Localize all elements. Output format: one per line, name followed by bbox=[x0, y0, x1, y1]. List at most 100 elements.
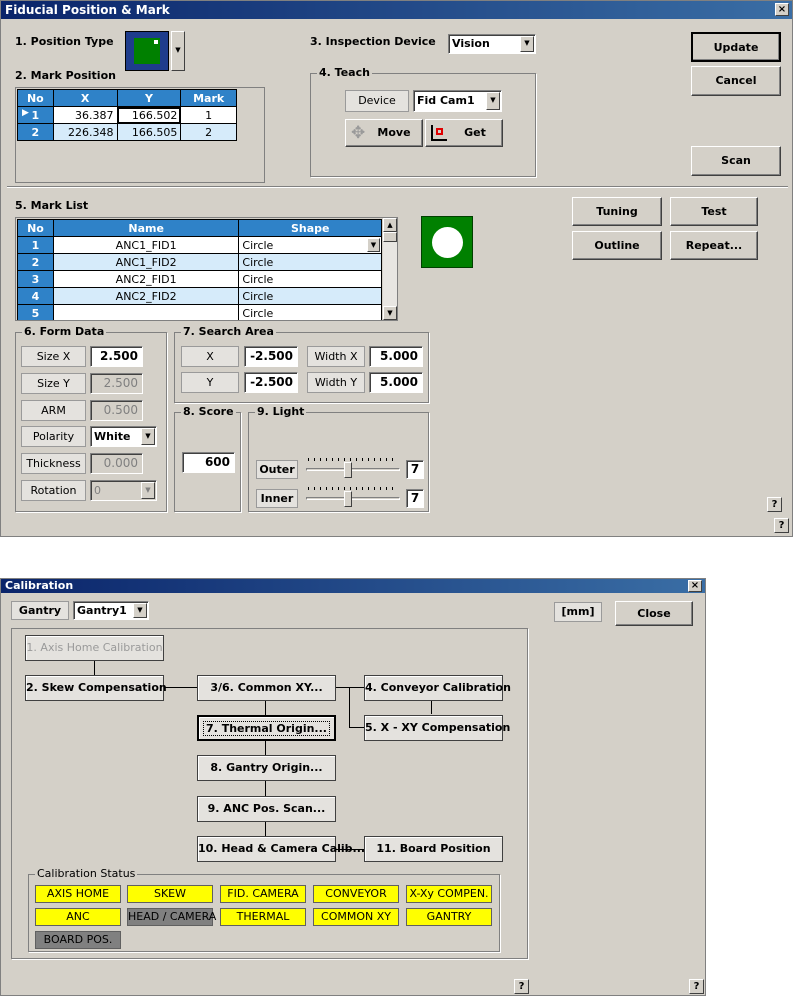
mark-position-cell-y[interactable]: 166.505 bbox=[116, 123, 182, 141]
mark-list-cell-name[interactable]: ANC2_FID1 bbox=[52, 270, 240, 288]
width-x-label: Width X bbox=[307, 346, 365, 367]
inspection-device-select[interactable]: Vision ▼ bbox=[448, 34, 536, 54]
move-button-label: Move bbox=[377, 126, 411, 139]
table-row[interactable]: 4 ANC2_FID2 Circle bbox=[17, 287, 382, 305]
mark-list-cell-shape[interactable]: Circle bbox=[238, 304, 382, 320]
mark-list-row-no: 4 bbox=[17, 287, 54, 305]
mark-list-cell-name[interactable]: ANC2_FID2 bbox=[52, 287, 240, 305]
slider-thumb[interactable] bbox=[344, 491, 352, 507]
connector-line bbox=[94, 661, 95, 675]
position-type-selector[interactable]: ▼ bbox=[125, 31, 185, 71]
chevron-down-icon[interactable]: ▼ bbox=[141, 428, 155, 445]
inner-light-slider[interactable] bbox=[306, 485, 400, 509]
slider-track bbox=[306, 468, 400, 471]
get-button[interactable]: Get bbox=[425, 119, 503, 147]
mark-position-cell-x[interactable]: 226.348 bbox=[52, 123, 118, 141]
mark-list-cell-shape[interactable]: Circle bbox=[238, 253, 382, 271]
arm-input: 0.500 bbox=[90, 400, 143, 421]
table-row[interactable]: 5 Circle bbox=[17, 304, 382, 320]
mark-position-cell-mark[interactable]: 2 bbox=[180, 123, 237, 141]
mark-position-cell-mark[interactable]: 1 bbox=[180, 106, 237, 124]
board-position-button[interactable]: 11. Board Position bbox=[364, 836, 503, 862]
width-y-input[interactable]: 5.000 bbox=[369, 372, 423, 393]
mark-list-header-name: Name bbox=[52, 219, 240, 237]
outline-button[interactable]: Outline bbox=[572, 231, 662, 260]
slider-thumb[interactable] bbox=[344, 462, 352, 478]
gantry-origin-button[interactable]: 8. Gantry Origin... bbox=[197, 755, 336, 781]
search-y-input[interactable]: -2.500 bbox=[244, 372, 298, 393]
teach-group-label: 4. Teach bbox=[317, 66, 372, 79]
status-badge: BOARD POS. bbox=[35, 931, 121, 949]
position-type-dropdown-icon[interactable]: ▼ bbox=[171, 31, 185, 71]
thermal-origin-button[interactable]: 7. Thermal Origin... bbox=[197, 715, 336, 741]
table-row[interactable]: 1 ANC1_FID1 Circle ▼ bbox=[17, 236, 382, 254]
fiducial-close-icon[interactable]: × bbox=[775, 3, 789, 16]
connector-line bbox=[265, 822, 266, 837]
search-x-input[interactable]: -2.500 bbox=[244, 346, 298, 367]
slider-ticks bbox=[308, 487, 398, 490]
axis-target-icon bbox=[431, 125, 447, 141]
mark-list-cell-name[interactable] bbox=[52, 304, 240, 320]
connector-line bbox=[265, 700, 266, 715]
mark-position-header-y: Y bbox=[116, 89, 182, 107]
mark-list-cell-name[interactable]: ANC1_FID1 bbox=[52, 236, 240, 254]
head-camera-calib-button[interactable]: 10. Head & Camera Calib... bbox=[197, 836, 365, 862]
arm-label: ARM bbox=[21, 400, 86, 421]
update-button[interactable]: Update bbox=[691, 32, 781, 62]
size-x-input[interactable]: 2.500 bbox=[90, 346, 143, 367]
mark-list-cell-name[interactable]: ANC1_FID2 bbox=[52, 253, 240, 271]
test-button[interactable]: Test bbox=[670, 197, 758, 226]
status-badge: AXIS HOME bbox=[35, 885, 121, 903]
mark-position-cell-y[interactable]: 166.502 bbox=[116, 106, 182, 124]
mark-position-header-mark: Mark bbox=[180, 89, 237, 107]
search-y-label: Y bbox=[181, 372, 239, 393]
chevron-down-icon[interactable]: ▼ bbox=[486, 92, 500, 110]
repeat-button[interactable]: Repeat... bbox=[670, 231, 758, 260]
outer-light-value: 7 bbox=[406, 460, 424, 479]
connector-line bbox=[349, 727, 365, 728]
table-row[interactable]: 3 ANC2_FID1 Circle bbox=[17, 270, 382, 288]
chevron-down-icon[interactable]: ▼ bbox=[367, 238, 380, 252]
scroll-down-icon[interactable]: ▼ bbox=[383, 306, 397, 320]
status-badge: X-Xy COMPEN. bbox=[406, 885, 492, 903]
cancel-button[interactable]: Cancel bbox=[691, 66, 781, 96]
chevron-down-icon[interactable]: ▼ bbox=[520, 36, 534, 52]
scroll-thumb[interactable] bbox=[383, 232, 397, 242]
connector-line bbox=[265, 741, 266, 756]
mark-list-cell-shape[interactable]: Circle ▼ bbox=[238, 236, 382, 254]
polarity-select[interactable]: White ▼ bbox=[90, 426, 157, 447]
common-xy-button[interactable]: 3/6. Common XY... bbox=[197, 675, 336, 701]
mark-list-scrollbar[interactable]: ▲ ▼ bbox=[383, 218, 397, 320]
scroll-up-icon[interactable]: ▲ bbox=[383, 218, 397, 232]
help-icon[interactable]: ? bbox=[689, 979, 704, 994]
help-icon[interactable]: ? bbox=[514, 979, 529, 994]
teach-device-select[interactable]: Fid Cam1 ▼ bbox=[413, 90, 502, 112]
xy-compensation-button[interactable]: 5. X - XY Compensation bbox=[364, 715, 510, 741]
score-input[interactable]: 600 bbox=[182, 452, 235, 473]
anc-pos-scan-button[interactable]: 9. ANC Pos. Scan... bbox=[197, 796, 336, 822]
gantry-select[interactable]: Gantry1 ▼ bbox=[73, 601, 149, 620]
calibration-window: Calibration × Gantry Gantry1 ▼ [mm] Clos… bbox=[0, 578, 706, 996]
tuning-button[interactable]: Tuning bbox=[572, 197, 662, 226]
help-icon[interactable]: ? bbox=[767, 497, 782, 512]
table-row[interactable]: 2 226.348 166.505 2 bbox=[17, 123, 237, 141]
help-icon[interactable]: ? bbox=[774, 518, 789, 533]
position-type-preview bbox=[125, 31, 169, 71]
width-y-label: Width Y bbox=[307, 372, 365, 393]
table-row[interactable]: ▶ 1 36.387 166.502 1 bbox=[17, 106, 237, 124]
mark-list-cell-shape[interactable]: Circle bbox=[238, 270, 382, 288]
size-x-label: Size X bbox=[21, 346, 86, 367]
mark-position-cell-x[interactable]: 36.387 bbox=[52, 106, 118, 124]
conveyor-calibration-button[interactable]: 4. Conveyor Calibration bbox=[364, 675, 511, 701]
scan-button[interactable]: Scan bbox=[691, 146, 781, 176]
calibration-close-icon[interactable]: × bbox=[688, 580, 702, 592]
table-row[interactable]: 2 ANC1_FID2 Circle bbox=[17, 253, 382, 271]
width-x-input[interactable]: 5.000 bbox=[369, 346, 423, 367]
mark-list-row-no: 2 bbox=[17, 253, 54, 271]
move-button[interactable]: ✥ Move bbox=[345, 119, 423, 147]
skew-compensation-button[interactable]: 2. Skew Compensation bbox=[25, 675, 167, 701]
mark-list-cell-shape[interactable]: Circle bbox=[238, 287, 382, 305]
chevron-down-icon[interactable]: ▼ bbox=[133, 603, 147, 618]
close-button[interactable]: Close bbox=[615, 601, 693, 626]
outer-light-slider[interactable] bbox=[306, 456, 400, 480]
